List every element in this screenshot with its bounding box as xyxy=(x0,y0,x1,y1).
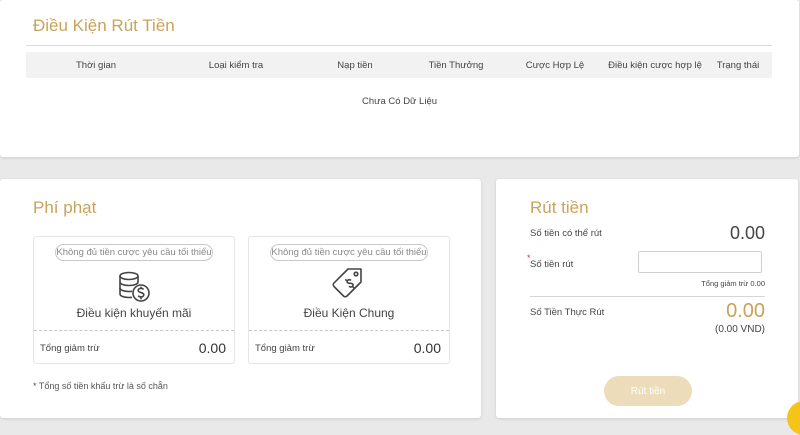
column-header-time: Thời gian xyxy=(75,60,117,71)
total-deduction-label: Tổng giảm trừ xyxy=(255,343,315,354)
general-condition-box: Không đủ tiền cược yêu cầu tối thiểu Điề… xyxy=(248,236,450,364)
column-header-valid-bet: Cược Hợp Lệ xyxy=(525,60,585,71)
empty-table-message: Chưa Có Dữ Liệu xyxy=(361,96,438,107)
withdrawal-conditions-title: Điều Kiện Rút Tiền xyxy=(33,16,175,35)
penalty-card: Phí phạt Không đủ tiền cược yêu cầu tối … xyxy=(0,179,481,418)
dashed-divider xyxy=(34,330,234,331)
withdraw-button[interactable]: Rút tiền xyxy=(604,376,692,406)
general-condition-label: Điều Kiện Chung xyxy=(303,306,395,320)
promotion-condition-box: Không đủ tiền cược yêu cầu tối thiểu Điề… xyxy=(33,236,235,364)
column-header-bonus: Tiền Thưởng xyxy=(428,60,484,71)
deduction-note: * Tổng số tiền khấu trừ là số chẵn xyxy=(33,381,168,391)
penalty-title: Phí phạt xyxy=(33,198,97,217)
withdraw-amount-label: Số tiền rút xyxy=(530,259,574,270)
withdraw-title: Rút tiền xyxy=(530,198,589,217)
total-deduction-label: Tổng giảm trừ xyxy=(40,343,100,354)
column-header-status: Trạng thái xyxy=(716,60,760,71)
coin-stack-dollar-icon xyxy=(119,271,150,302)
withdraw-amount-input[interactable] xyxy=(638,251,762,273)
total-deduction-value: 0.00 xyxy=(198,340,226,356)
dashed-divider xyxy=(249,330,449,331)
actual-withdraw-vnd: (0.00 VND) xyxy=(714,324,765,335)
insufficient-bet-badge: Không đủ tiền cược yêu cầu tối thiểu xyxy=(270,244,428,261)
conditions-table-header: Thời gian Loại kiểm tra Nạp tiền Tiền Th… xyxy=(26,52,772,78)
column-header-check-type: Loại kiểm tra xyxy=(208,60,264,71)
actual-withdraw-label: Số Tiền Thực Rút xyxy=(530,307,605,318)
withdraw-divider xyxy=(530,296,765,297)
withdrawal-conditions-card: Điều Kiện Rút Tiền Thời gian Loại kiểm t… xyxy=(0,0,799,157)
total-deduction-value: 0.00 xyxy=(413,340,441,356)
price-tag-dollar-icon xyxy=(332,268,362,298)
title-divider xyxy=(26,45,772,46)
available-amount-label: Số tiền có thể rút xyxy=(530,228,602,239)
actual-withdraw-value: 0.00 xyxy=(726,300,765,322)
total-deduction-note: Tổng giảm trừ 0.00 xyxy=(701,279,765,288)
insufficient-bet-badge: Không đủ tiền cược yêu cầu tối thiểu xyxy=(55,244,213,261)
promotion-condition-label: Điều kiện khuyến mãi xyxy=(76,306,192,320)
column-header-deposit: Nạp tiền xyxy=(337,60,373,71)
withdraw-card: Rút tiền Số tiền có thể rút 0.00 * Số ti… xyxy=(496,179,798,418)
column-header-valid-bet-condition: Điều kiện cược hợp lệ xyxy=(608,60,702,71)
available-amount-value: 0.00 xyxy=(729,223,765,243)
